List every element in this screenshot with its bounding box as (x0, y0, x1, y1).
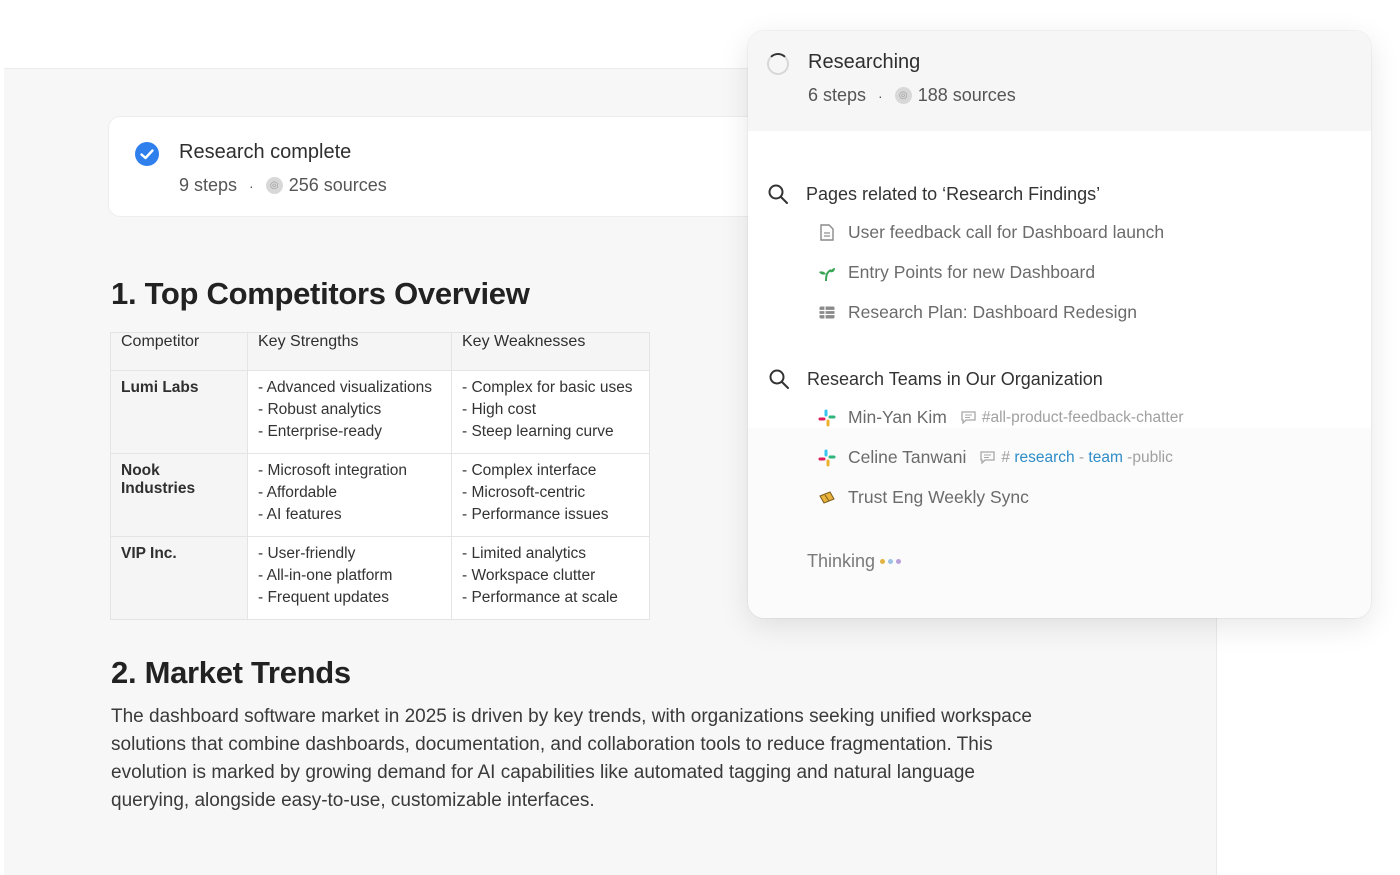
channel-tag: # research - team -public (980, 448, 1173, 467)
search-icon (769, 369, 789, 389)
search-group-label: Research Teams in Our Organization (807, 368, 1103, 389)
result-item-label: Entry Points for new Dashboard (848, 262, 1096, 282)
market-trends-heading: 2. Market Trends (111, 655, 351, 690)
table-header-weaknesses: Key Weaknesses (451, 332, 650, 371)
person-name: Celine Tanwani (848, 447, 967, 467)
strength-item: - Enterprise-ready (258, 423, 383, 440)
result-item-label: Research Plan: Dashboard Redesign (848, 302, 1137, 322)
channel-tag: #all-product-feedback-chatter (961, 408, 1184, 427)
strength-item: - Robust analytics (258, 401, 382, 418)
result-item[interactable]: Trust Eng Weekly Sync (818, 487, 1029, 508)
result-item[interactable]: Research Plan: Dashboard Redesign (818, 302, 1137, 323)
strength-item: - AI features (258, 506, 342, 523)
sources-count: 188 sources (917, 85, 1016, 105)
strengths-cell: - User-friendly - All-in-one platform - … (247, 536, 452, 620)
steps-count: 9 steps (179, 175, 238, 195)
weakness-item: - High cost (462, 401, 537, 418)
weakness-item: - Performance issues (462, 506, 609, 523)
research-complete-title: Research complete (179, 141, 352, 163)
meta-separator: · (249, 177, 254, 194)
slack-icon (818, 409, 836, 427)
competitors-table: Competitor Key Strengths Key Weaknesses … (110, 332, 650, 620)
weakness-item: - Complex interface (462, 462, 597, 479)
sprout-icon (818, 264, 836, 282)
result-item[interactable]: Celine Tanwani # research - team -public (818, 447, 1173, 468)
table-header-competitor: Competitor (110, 332, 248, 371)
thinking-dot (880, 559, 886, 564)
channel-separator: - (1074, 448, 1089, 466)
strength-item: - Advanced visualizations (258, 379, 433, 396)
check-circle-icon (135, 142, 159, 166)
strength-item: - All-in-one platform (258, 567, 393, 584)
chat-bubble-icon (961, 411, 976, 424)
thinking-indicator: Thinking (807, 551, 902, 572)
competitor-name: VIP Inc. (110, 536, 248, 620)
researching-title: Researching (808, 51, 921, 73)
weakness-item: - Complex for basic uses (462, 379, 633, 396)
search-icon (768, 184, 788, 204)
strengths-cell: - Advanced visualizations - Robust analy… (247, 370, 452, 454)
channel-prefix: # (1001, 448, 1010, 466)
strength-item: - Frequent updates (258, 589, 389, 606)
table-header-strengths: Key Strengths (247, 332, 452, 371)
person-name: Min-Yan Kim (848, 407, 947, 427)
strength-item: - Microsoft integration (258, 462, 408, 479)
sources-count: 256 sources (288, 175, 387, 195)
market-trends-paragraph: The dashboard software market in 2025 is… (111, 706, 1032, 811)
table-icon (818, 304, 836, 322)
chat-bubble-icon (980, 451, 996, 464)
slack-icon (818, 449, 836, 467)
search-group-teams: Research Teams in Our Organization (768, 368, 1103, 390)
strength-item: - User-friendly (258, 545, 356, 562)
table-row: Nook Industries - Microsoft integration … (110, 453, 650, 537)
steps-count: 6 steps (808, 85, 867, 105)
result-item[interactable]: Entry Points for new Dashboard (818, 262, 1095, 283)
search-group-label: Pages related to ‘Research Findings’ (806, 183, 1101, 204)
weaknesses-cell: - Limited analytics - Workspace clutter … (451, 536, 650, 620)
channel-highlight: research (1014, 448, 1075, 466)
thinking-dots-icon (880, 559, 902, 564)
weaknesses-cell: - Complex interface - Microsoft-centric … (451, 453, 650, 537)
researching-panel: Researching 6 steps · ◎ 188 sources Page… (748, 31, 1371, 618)
ticket-icon (818, 489, 836, 507)
researching-meta: 6 steps · ◎ 188 sources (808, 85, 1016, 106)
competitors-heading: 1. Top Competitors Overview (111, 276, 530, 311)
weaknesses-cell: - Complex for basic uses - High cost - S… (451, 370, 650, 454)
result-item-label: Trust Eng Weekly Sync (848, 487, 1029, 507)
meta-separator: · (878, 87, 883, 104)
result-item-label: User feedback call for Dashboard launch (848, 222, 1165, 242)
channel-highlight: team (1088, 448, 1123, 466)
page-icon (818, 224, 836, 242)
table-row: VIP Inc. - User-friendly - All-in-one pl… (110, 536, 650, 620)
thinking-dot (888, 559, 894, 564)
weakness-item: - Workspace clutter (462, 567, 596, 584)
research-complete-card[interactable]: Research complete 9 steps · ◎ 256 source… (108, 116, 808, 217)
channel-suffix: -public (1122, 448, 1173, 466)
result-item[interactable]: Min-Yan Kim #all-product-feedback-chatte… (818, 407, 1183, 428)
strength-item: - Affordable (258, 484, 337, 501)
researching-header[interactable]: Researching 6 steps · ◎ 188 sources (748, 31, 1371, 131)
competitor-name: Lumi Labs (110, 370, 248, 454)
research-complete-meta: 9 steps · ◎ 256 sources (179, 175, 387, 196)
table-row: Lumi Labs - Advanced visualizations - Ro… (110, 370, 650, 454)
result-item[interactable]: User feedback call for Dashboard launch (818, 222, 1164, 243)
weakness-item: - Limited analytics (462, 545, 587, 562)
sources-icon: ◎ (894, 87, 912, 104)
weakness-item: - Performance at scale (462, 589, 618, 606)
thinking-label: Thinking (807, 551, 876, 571)
weakness-item: - Steep learning curve (462, 423, 614, 440)
sources-icon: ◎ (265, 177, 283, 194)
weakness-item: - Microsoft-centric (462, 484, 586, 501)
channel-name: #all-product-feedback-chatter (981, 408, 1184, 426)
search-group-pages: Pages related to ‘Research Findings’ (767, 183, 1100, 205)
strengths-cell: - Microsoft integration - Affordable - A… (247, 453, 452, 537)
loading-spinner-icon (767, 53, 789, 75)
competitor-name: Nook Industries (110, 453, 248, 537)
thinking-dot (896, 559, 902, 564)
